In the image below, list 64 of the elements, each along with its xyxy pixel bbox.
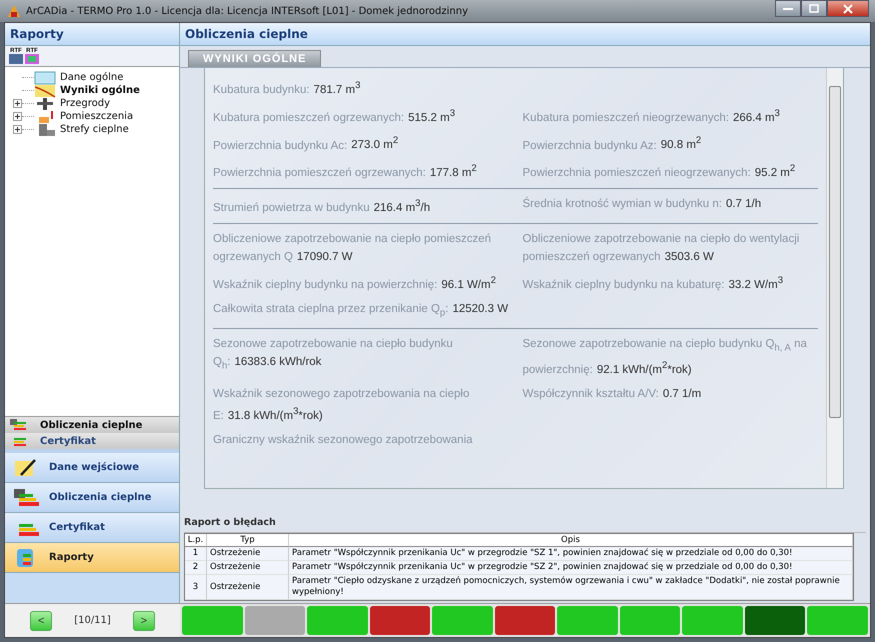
- result-text: Współczynnik kształtu A/V: 0.7 1/m: [522, 387, 702, 402]
- expand-icon[interactable]: [13, 125, 22, 134]
- result-text: Obliczeniowe zapotrzebowanie na ciepło pomieszczeń ogrzewanych Q 17090.7 W: [213, 232, 492, 266]
- pencil-icon: [13, 458, 39, 478]
- previous-button[interactable]: <: [30, 610, 52, 630]
- next-button[interactable]: >: [132, 610, 155, 630]
- window-title: ArCADia - TERMO Pro 1.0 - Licencja dla: Licencja INTERsoft [L01] - Domek jednorodzinny: [26, 6, 468, 16]
- table-cell: Parametr "Współczynnik przenikania Uc" w przegrodzie "SZ 1", powinien znajdować się w przedziale od 0,00 do 0,30!: [289, 547, 853, 561]
- nav-item[interactable]: Raporty: [5, 543, 179, 573]
- scrollbar[interactable]: [826, 68, 843, 488]
- close-icon: [843, 4, 853, 14]
- calculation-icon: [10, 419, 26, 431]
- table-cell: Ostrzeżenie: [207, 575, 289, 600]
- table-cell: Parametr "Ciepło odzyskane z urządzeń pomocniczych, systemów ogrzewania i cwu" w zakładce "Dodatki", nie został poprawnie wypełniony!: [289, 575, 853, 600]
- tree-item[interactable]: Wyniki ogólne: [60, 85, 140, 96]
- expand-icon[interactable]: [13, 99, 22, 108]
- nav-item[interactable]: Certyfikat: [5, 513, 179, 543]
- table-cell: 2: [185, 561, 207, 575]
- maximize-button[interactable]: [801, 0, 827, 17]
- result-text: Sezonowe zapotrzebowanie na ciepło budynku Q$_{h}$: 16383.6 kWh/rok: [213, 337, 454, 374]
- panel-header: Raporty: [5, 23, 179, 46]
- nav-item[interactable]: Obliczenia cieplne: [5, 483, 179, 513]
- table-cell: Parametr "Współczynnik przenikania Uc" w przegrodzie "SZ 2", powinien znajdować się w przedziale od 0,00 do 0,30!: [289, 561, 853, 575]
- result-text: Strumień powietrza w budynku 216.4 m$^{3}$/h: [213, 197, 432, 216]
- result-text: Kubatura pomieszczeń nieogrzewanych: 266.4 m$^{3}$: [522, 106, 781, 126]
- result-text: Wskaźnik cieplny budynku na kubaturę: 33.2 W/m$^{3}$: [522, 274, 784, 293]
- printer-icon: [25, 54, 39, 64]
- result-text: Sezonowe zapotrzebowanie na ciepło budynku Q$_{h, A}$ na powierzchnię: 92.1 kWh/(m$^{2}$*rok): [522, 337, 808, 378]
- wall-icon: [34, 96, 56, 110]
- tree-item[interactable]: Dane ogólne: [60, 72, 124, 83]
- close-button[interactable]: [827, 0, 869, 17]
- nav-item[interactable]: Obliczenia cieplne: [5, 417, 179, 433]
- result-text: Obliczeniowe zapotrzebowanie na ciepło do wentylacji pomieszczeń ogrzewanych 3503.6 W: [522, 232, 800, 266]
- result-text: Powierzchnia budynku Ac: 273.0 m$^{2}$: [213, 134, 400, 154]
- result-text: Graniczny wskaźnik sezonowego zapotrzebowania: [213, 433, 474, 448]
- result-text: Powierzchnia pomieszczeń ogrzewanych: 177.8 m$^{2}$: [213, 162, 478, 182]
- expand-icon[interactable]: [13, 112, 22, 121]
- table-cell: 3: [185, 575, 207, 600]
- result-text: Kubatura budynku: 781.7 m$^{3}$: [213, 79, 362, 98]
- calculation-icon: [13, 488, 39, 508]
- nav-item[interactable]: Dane wejściowe: [5, 453, 179, 483]
- app-logo-icon: [6, 3, 22, 19]
- maximize-icon: [809, 4, 819, 13]
- chart-icon: [34, 84, 56, 98]
- result-text: Średnia krotność wymian w budynku n: 0.7 1/h: [522, 196, 762, 212]
- table-cell: Ostrzeżenie: [207, 547, 289, 561]
- minimize-icon: [783, 6, 793, 10]
- result-text: Wskaźnik cieplny budynku na powierzchnię: 96.1 W/m$^{2}$: [213, 274, 497, 293]
- nav-item[interactable]: Certyfikat: [5, 433, 179, 449]
- result-text: Wskaźnik sezonowego zapotrzebowania na ciepło E: 31.8 kWh/(m$^{3}$*rok): [213, 387, 470, 424]
- tree-item[interactable]: Przegrody: [60, 98, 110, 109]
- result-text: Powierzchnia pomieszczeń nieogrzewanych: 95.2 m$^{2}$: [522, 162, 796, 182]
- page-indicator: [10/11]: [74, 615, 111, 626]
- result-text: Całkowita strata cieplna przez przenikanie Q$_{p}$: 12520.3 W: [213, 302, 508, 320]
- result-text: Kubatura pomieszczeń ogrzewanych: 515.2 m$^{3}$: [213, 106, 456, 126]
- table-cell: Ostrzeżenie: [207, 561, 289, 575]
- printer-icon: [9, 54, 23, 64]
- tree-item[interactable]: Strefy cieplne: [60, 124, 129, 135]
- table-cell: 1: [185, 547, 207, 561]
- table-icon: [34, 70, 56, 84]
- tree-item[interactable]: Pomieszczenia: [60, 111, 134, 122]
- panel-header: Obliczenia cieplne: [180, 23, 870, 46]
- minimize-button[interactable]: [775, 0, 801, 17]
- result-text: Powierzchnia budynku Az: 90.8 m$^{2}$: [522, 134, 702, 154]
